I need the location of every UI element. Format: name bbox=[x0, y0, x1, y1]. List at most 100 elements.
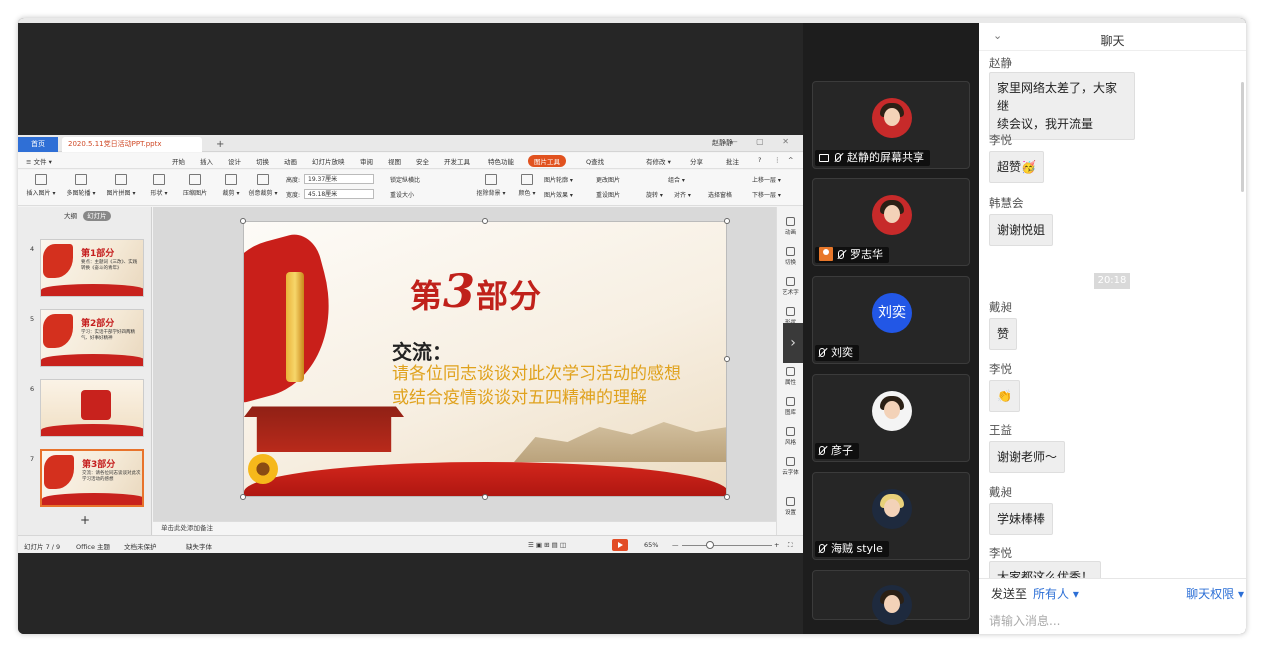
remove-bg-button[interactable]: 抠除背景 ▾ bbox=[474, 174, 508, 197]
menu-view[interactable]: 视图 bbox=[388, 156, 401, 166]
video-tile-0[interactable]: 赵静的屏幕共享 bbox=[812, 81, 970, 169]
slide-thumbnail-7[interactable]: 第3部分 交流：请各位同志谈谈对此次学习活动的感想 bbox=[40, 449, 144, 507]
video-tile-3[interactable]: 彦子 bbox=[812, 374, 970, 462]
crop-button[interactable]: 裁剪 ▾ bbox=[214, 174, 248, 197]
rotate-button[interactable]: 旋转 ▾ bbox=[646, 190, 663, 199]
side-gallery-button[interactable]: 图库 bbox=[779, 397, 802, 416]
image-split-button[interactable]: 图片拼图 ▾ bbox=[104, 174, 138, 197]
chat-title: 聊天 bbox=[1100, 34, 1125, 48]
side-settings-button[interactable]: 设置 bbox=[779, 497, 802, 516]
chat-permission-dropdown[interactable]: 聊天权限 ▾ bbox=[1186, 585, 1244, 602]
menu-design[interactable]: 设计 bbox=[228, 156, 241, 166]
zoom-out-button[interactable]: — bbox=[672, 541, 679, 549]
chat-message-input[interactable] bbox=[989, 612, 1234, 630]
reset-size-button[interactable]: 重设大小 bbox=[390, 190, 414, 199]
slide-thumbnail-5[interactable]: 第2部分 学习：实话干部学好四两精气、好事好精神 bbox=[40, 309, 144, 367]
menu-help[interactable]: ? bbox=[758, 156, 761, 164]
width-field[interactable]: 45.18厘米 bbox=[304, 189, 374, 199]
video-tile-1[interactable]: 罗志华 bbox=[812, 178, 970, 266]
collapse-video-arrow-icon[interactable]: › bbox=[783, 323, 803, 363]
new-tab-button[interactable]: + bbox=[210, 137, 230, 152]
window-controls[interactable]: — ▢ ✕ bbox=[730, 137, 797, 146]
menu-security[interactable]: 安全 bbox=[416, 156, 429, 166]
resize-handle[interactable] bbox=[724, 356, 730, 362]
creative-crop-button[interactable]: 创意裁剪 ▾ bbox=[246, 174, 280, 197]
side-animation-button[interactable]: 动画 bbox=[779, 217, 802, 236]
add-slide-button[interactable]: + bbox=[80, 513, 90, 527]
group-button[interactable]: 组合 ▾ bbox=[668, 175, 685, 184]
zoom-slider-knob[interactable] bbox=[706, 541, 714, 549]
send-backward-button[interactable]: 下移一层 ▾ bbox=[752, 190, 781, 199]
missing-font-status[interactable]: 缺失字体 bbox=[186, 541, 212, 551]
multi-image-button[interactable]: 多图轮播 ▾ bbox=[64, 174, 98, 197]
side-style-button[interactable]: 风格 bbox=[779, 427, 802, 446]
image-outline-button[interactable]: 图片轮廓 ▾ bbox=[544, 175, 573, 184]
resize-handle[interactable] bbox=[240, 494, 246, 500]
menu-slideshow[interactable]: 幻灯片放映 bbox=[312, 156, 345, 166]
chat-message-list[interactable]: 赵静 家里网络太差了，大家继 续会议，我开流量 李悦 超赞🥳 韩慧会 谢谢悦姐 … bbox=[979, 52, 1246, 578]
menu-changes[interactable]: 有修改 ▾ bbox=[646, 156, 671, 166]
tab-document[interactable]: 2020.5.11党日活动PPT.pptx bbox=[62, 137, 202, 152]
menu-share[interactable]: 分享 bbox=[690, 156, 703, 166]
slide-title-number: 3 bbox=[443, 264, 477, 318]
menu-picture-tools[interactable]: 图片工具 bbox=[528, 155, 566, 167]
slides-view-tab[interactable]: 幻灯片 bbox=[83, 211, 111, 221]
menu-transition[interactable]: 切换 bbox=[256, 156, 269, 166]
zoom-in-button[interactable]: + bbox=[774, 541, 779, 549]
menu-collapse[interactable]: ^ bbox=[788, 156, 793, 164]
zoom-level[interactable]: 65% bbox=[644, 541, 658, 549]
current-slide[interactable]: 第3部分 交流： 请各位同志谈谈对此次学习活动的感想或结合疫情谈谈对五四精神的理… bbox=[243, 221, 727, 497]
lock-ratio-checkbox[interactable]: 锁定纵横比 bbox=[390, 175, 420, 184]
video-tile-2[interactable]: 刘奕 刘奕 bbox=[812, 276, 970, 364]
menu-file[interactable]: ≡ 文件 ▾ bbox=[26, 156, 52, 166]
chat-scrollbar[interactable] bbox=[1241, 82, 1244, 192]
video-tile-4[interactable]: 海贼 style bbox=[812, 472, 970, 560]
view-mode-buttons[interactable]: ☰ ▣ ⊞ ▤ ◫ bbox=[528, 541, 566, 549]
bring-forward-button[interactable]: 上移一层 ▾ bbox=[752, 175, 781, 184]
slide-thumbnail-4[interactable]: 第1部分 要点：主题词《三改》、实践转换《奋斗的青年》 bbox=[40, 239, 144, 297]
video-tile-5[interactable] bbox=[812, 570, 970, 625]
side-properties-button[interactable]: 属性 bbox=[779, 367, 802, 386]
play-slideshow-button[interactable] bbox=[612, 539, 628, 551]
menu-insert[interactable]: 插入 bbox=[200, 156, 213, 166]
slide-thumbnail-6[interactable] bbox=[40, 379, 144, 437]
wps-tab-bar: 首页 2020.5.11党日活动PPT.pptx + 赵静静 — ▢ ✕ bbox=[18, 135, 803, 152]
image-effect-button[interactable]: 图片效果 ▾ bbox=[544, 190, 573, 199]
menu-animation[interactable]: 动画 bbox=[284, 156, 297, 166]
shape-button[interactable]: 形状 ▾ bbox=[142, 174, 176, 197]
protect-status[interactable]: 文档未保护 bbox=[124, 541, 157, 551]
resize-handle[interactable] bbox=[482, 494, 488, 500]
menu-more[interactable]: ⋮ bbox=[774, 156, 781, 164]
outline-view-tab[interactable]: 大纲 bbox=[60, 211, 81, 221]
view-toggle[interactable]: 大纲 幻灯片 bbox=[60, 210, 111, 221]
reset-image-button[interactable]: 重设图片 bbox=[596, 190, 620, 199]
menu-dev-tools[interactable]: 开发工具 bbox=[444, 156, 470, 166]
slide-body-text: 请各位同志谈谈对此次学习活动的感想或结合疫情谈谈对五四精神的理解 bbox=[392, 364, 681, 408]
resize-handle[interactable] bbox=[724, 218, 730, 224]
menu-special[interactable]: 特色功能 bbox=[488, 156, 514, 166]
side-wordart-button[interactable]: 艺术字 bbox=[779, 277, 802, 296]
menu-start[interactable]: 开始 bbox=[172, 156, 185, 166]
menu-review[interactable]: 审阅 bbox=[360, 156, 373, 166]
zoom-slider-track[interactable] bbox=[682, 545, 772, 546]
fit-window-button[interactable]: ⛶ bbox=[788, 541, 793, 550]
menu-search[interactable]: Q查找 bbox=[586, 156, 604, 166]
insert-image-button[interactable]: 插入图片 ▾ bbox=[24, 174, 58, 197]
menu-comment[interactable]: 批注 bbox=[726, 156, 739, 166]
tab-home[interactable]: 首页 bbox=[18, 137, 58, 152]
change-image-button[interactable]: 更改图片 bbox=[596, 175, 620, 184]
send-to-selector[interactable]: 发送至 所有人 ▾ bbox=[991, 585, 1079, 602]
align-button[interactable]: 对齐 ▾ bbox=[674, 190, 691, 199]
notes-field[interactable]: 单击此处添加备注 bbox=[153, 521, 776, 535]
resize-handle[interactable] bbox=[482, 218, 488, 224]
resize-handle[interactable] bbox=[724, 494, 730, 500]
selection-pane-button[interactable]: 选择窗格 bbox=[708, 190, 732, 199]
side-transition-button[interactable]: 切换 bbox=[779, 247, 802, 266]
send-target-dropdown[interactable]: 所有人 ▾ bbox=[1033, 587, 1079, 601]
resize-handle[interactable] bbox=[240, 218, 246, 224]
color-button[interactable]: 颜色 ▾ bbox=[510, 174, 544, 197]
height-field[interactable]: 19.37厘米 bbox=[304, 174, 374, 184]
carousel-icon bbox=[75, 174, 87, 185]
compress-image-button[interactable]: 压缩图片 bbox=[178, 174, 212, 197]
side-cloud-font-button[interactable]: 云字体 bbox=[779, 457, 802, 476]
